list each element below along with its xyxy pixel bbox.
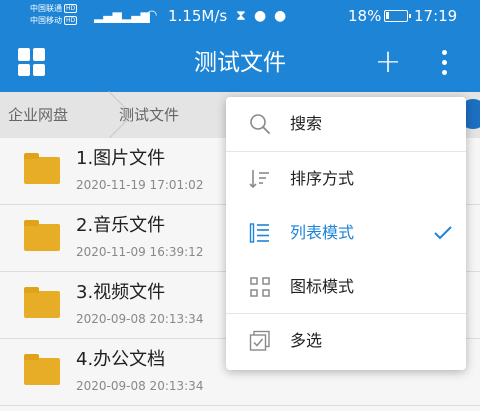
add-button[interactable]: + xyxy=(373,45,403,79)
popup-menu: 搜索 排序方式 列表模式 图标模式 多选 xyxy=(226,97,466,370)
breadcrumb-item-root[interactable]: 企业网盘 xyxy=(8,92,68,138)
signal-icon-1: ▂▄▆ xyxy=(94,9,122,23)
search-icon xyxy=(250,114,270,134)
file-name: 4.办公文档 xyxy=(76,349,166,370)
multi-select-icon xyxy=(249,330,270,351)
list-icon xyxy=(249,223,269,243)
message-icon: ● xyxy=(274,8,287,24)
file-name: 2.音乐文件 xyxy=(76,215,166,236)
file-date: 2020-09-08 20:13:34 xyxy=(76,379,204,393)
menu-item-label: 图标模式 xyxy=(290,277,355,296)
more-options-icon[interactable] xyxy=(432,48,456,78)
app-bar: 测试文件 + xyxy=(0,34,480,92)
folder-icon xyxy=(24,220,60,251)
folder-icon xyxy=(24,354,60,385)
file-date: 2020-09-08 20:13:34 xyxy=(76,312,204,326)
folder-icon xyxy=(24,287,60,318)
folder-icon xyxy=(24,153,60,184)
menu-item-label: 搜索 xyxy=(290,114,323,133)
wifi-icon: ◠ xyxy=(146,8,158,23)
sort-icon xyxy=(249,170,269,189)
breadcrumb-item-current[interactable]: 测试文件 xyxy=(119,92,179,138)
status-bar: 中国联通 HD 中国移动 HD ▂▄▆ ▂▄▆ ◠ 1.15M/s ⧗ ● ● 18… xyxy=(0,0,480,34)
network-speed: 1.15M/s xyxy=(168,7,228,25)
battery-icon xyxy=(384,10,411,22)
menu-item-multi-select[interactable]: 多选 xyxy=(226,314,466,368)
carrier-1: 中国联通 HD xyxy=(30,4,78,13)
battery-percent: 18% xyxy=(348,7,382,25)
file-date: 2020-11-19 17:01:02 xyxy=(76,178,204,192)
grid-icon xyxy=(250,277,270,297)
menu-item-search[interactable]: 搜索 xyxy=(226,97,466,151)
menu-item-label: 多选 xyxy=(290,331,323,350)
menu-item-label: 列表模式 xyxy=(290,223,355,242)
wechat-icon: ● xyxy=(254,8,267,24)
menu-item-list-mode[interactable]: 列表模式 xyxy=(226,206,466,260)
file-date: 2020-11-09 16:39:12 xyxy=(76,245,204,259)
check-icon xyxy=(434,226,452,240)
file-name: 1.图片文件 xyxy=(76,148,166,169)
page-title: 测试文件 xyxy=(194,50,286,76)
file-name: 3.视频文件 xyxy=(76,282,166,303)
carrier-2: 中国移动 HD xyxy=(30,16,78,25)
menu-item-sort[interactable]: 排序方式 xyxy=(226,152,466,206)
menu-item-label: 排序方式 xyxy=(290,169,355,188)
hourglass-icon: ⧗ xyxy=(236,8,246,24)
clock: 17:19 xyxy=(414,7,458,25)
menu-item-icon-mode[interactable]: 图标模式 xyxy=(226,260,466,314)
